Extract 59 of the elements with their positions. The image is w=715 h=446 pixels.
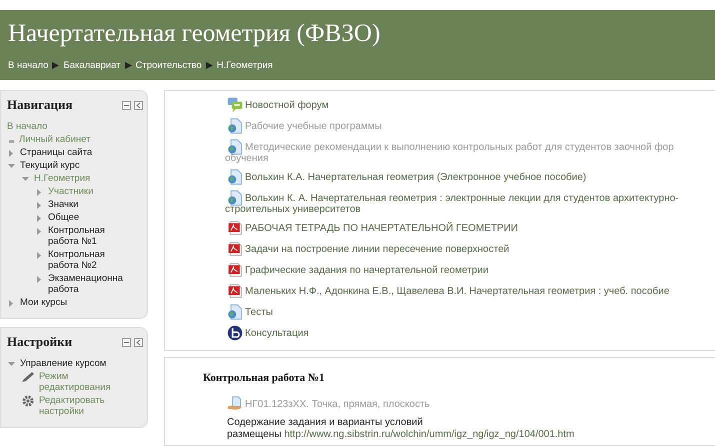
nav-item[interactable]: Мои курсы (20, 297, 131, 308)
resource-link[interactable]: РАБОЧАЯ ТЕТРАДЬ ПО НАЧЕРТАТЕЛЬНОЙ ГЕОМЕТРИИ (245, 222, 518, 234)
web-page-icon (227, 190, 243, 206)
nav-item[interactable]: Страницы сайта (20, 147, 131, 158)
separator-arrow-icon (206, 62, 213, 69)
nav-item[interactable]: Участники (48, 186, 131, 197)
breadcrumb-link[interactable]: Бакалавриат (63, 60, 121, 71)
nav-item[interactable]: Общее (48, 212, 131, 223)
nav-item[interactable]: В начало (7, 121, 131, 132)
resource-link[interactable]: Вольхин К. А. Начертательная геометрия : электронные лекции для студентов архитектурно- (245, 192, 679, 204)
nav-item[interactable]: Экзаменационна работа (48, 273, 131, 295)
url-link[interactable]: http://www.ng.sibstrin.ru/wolchin/umm/igz_ng/igz_ng/104/001.htm (284, 429, 574, 440)
breadcrumb-link[interactable]: В начало (8, 60, 48, 71)
resource-link[interactable]: Графические задания по начертательной геометрии (245, 264, 488, 276)
web-page-icon (227, 169, 243, 185)
dock-icon[interactable] (134, 100, 143, 110)
pdf-file-icon (227, 241, 243, 257)
breadcrumb-link[interactable]: Н.Геометрия (216, 60, 273, 71)
nav-item[interactable]: Контрольная работа №2 (48, 249, 131, 271)
resource-link[interactable]: Вольхин К.А. Начертательная геометрия (Электронное учебное пособие) (245, 172, 586, 182)
section-note: Содержание задания и варианты условий размещены http://www.ng.sibstrin.ru/wolchin/umm/igz_ng/igz_ng/104/001.htm (227, 417, 576, 441)
minimize-icon[interactable] (122, 100, 131, 110)
panel-title: Настройки (7, 334, 72, 350)
round-logo-icon (227, 325, 243, 341)
expanded-caret-icon[interactable] (21, 175, 30, 183)
resource-link[interactable]: Консультация (245, 328, 309, 338)
nav-item[interactable]: Контрольная работа №1 (48, 225, 131, 247)
resource-link[interactable]: Задачи на построение линии пересечение поверхностей (245, 244, 510, 254)
nav-item[interactable]: Текущий курс (20, 160, 131, 171)
nav-item[interactable]: Редактировать настройки (39, 395, 136, 417)
separator-arrow-icon (124, 62, 132, 69)
web-page-icon (227, 139, 243, 155)
pencil-icon (21, 371, 35, 383)
separator-arrow-icon (52, 62, 60, 69)
section-title: Контрольная работа №1 (203, 372, 326, 384)
nav-item[interactable]: Н.Геометрия (34, 173, 131, 184)
document-hand-icon (227, 396, 243, 412)
pdf-file-icon (227, 262, 243, 278)
pdf-file-icon (227, 283, 243, 299)
nav-item[interactable]: Значки (48, 199, 131, 210)
expanded-caret-icon[interactable] (7, 162, 16, 170)
web-page-icon (227, 118, 243, 134)
web-page-icon (227, 304, 243, 320)
resource-link[interactable]: Новостной форум (245, 100, 329, 110)
nav-item[interactable]: Личный кабинет (19, 134, 130, 145)
course-title: Начертательная геометрия (ФВЗО) (8, 20, 382, 48)
nav-item[interactable]: Режим редактирования (39, 371, 136, 393)
resource-link[interactable]: строительных университетов (225, 204, 715, 215)
breadcrumb-link[interactable]: Строительство (136, 60, 202, 71)
pdf-file-icon (227, 220, 243, 236)
gear-icon (21, 395, 35, 407)
minimize-icon[interactable] (122, 338, 131, 346)
panel-title: Навигация (7, 97, 73, 113)
chat-bubbles-icon (227, 97, 243, 113)
resource-link[interactable]: Маленьких Н.Ф., Адонкина Е.В., Щавелева В.И. Начертательная геометрия : учеб. пособие (245, 286, 670, 296)
expanded-caret-icon[interactable] (7, 360, 16, 368)
dock-icon[interactable] (134, 338, 143, 346)
nav-item[interactable]: Управление курсом (20, 358, 131, 369)
resource-link[interactable]: Тесты (245, 306, 273, 318)
